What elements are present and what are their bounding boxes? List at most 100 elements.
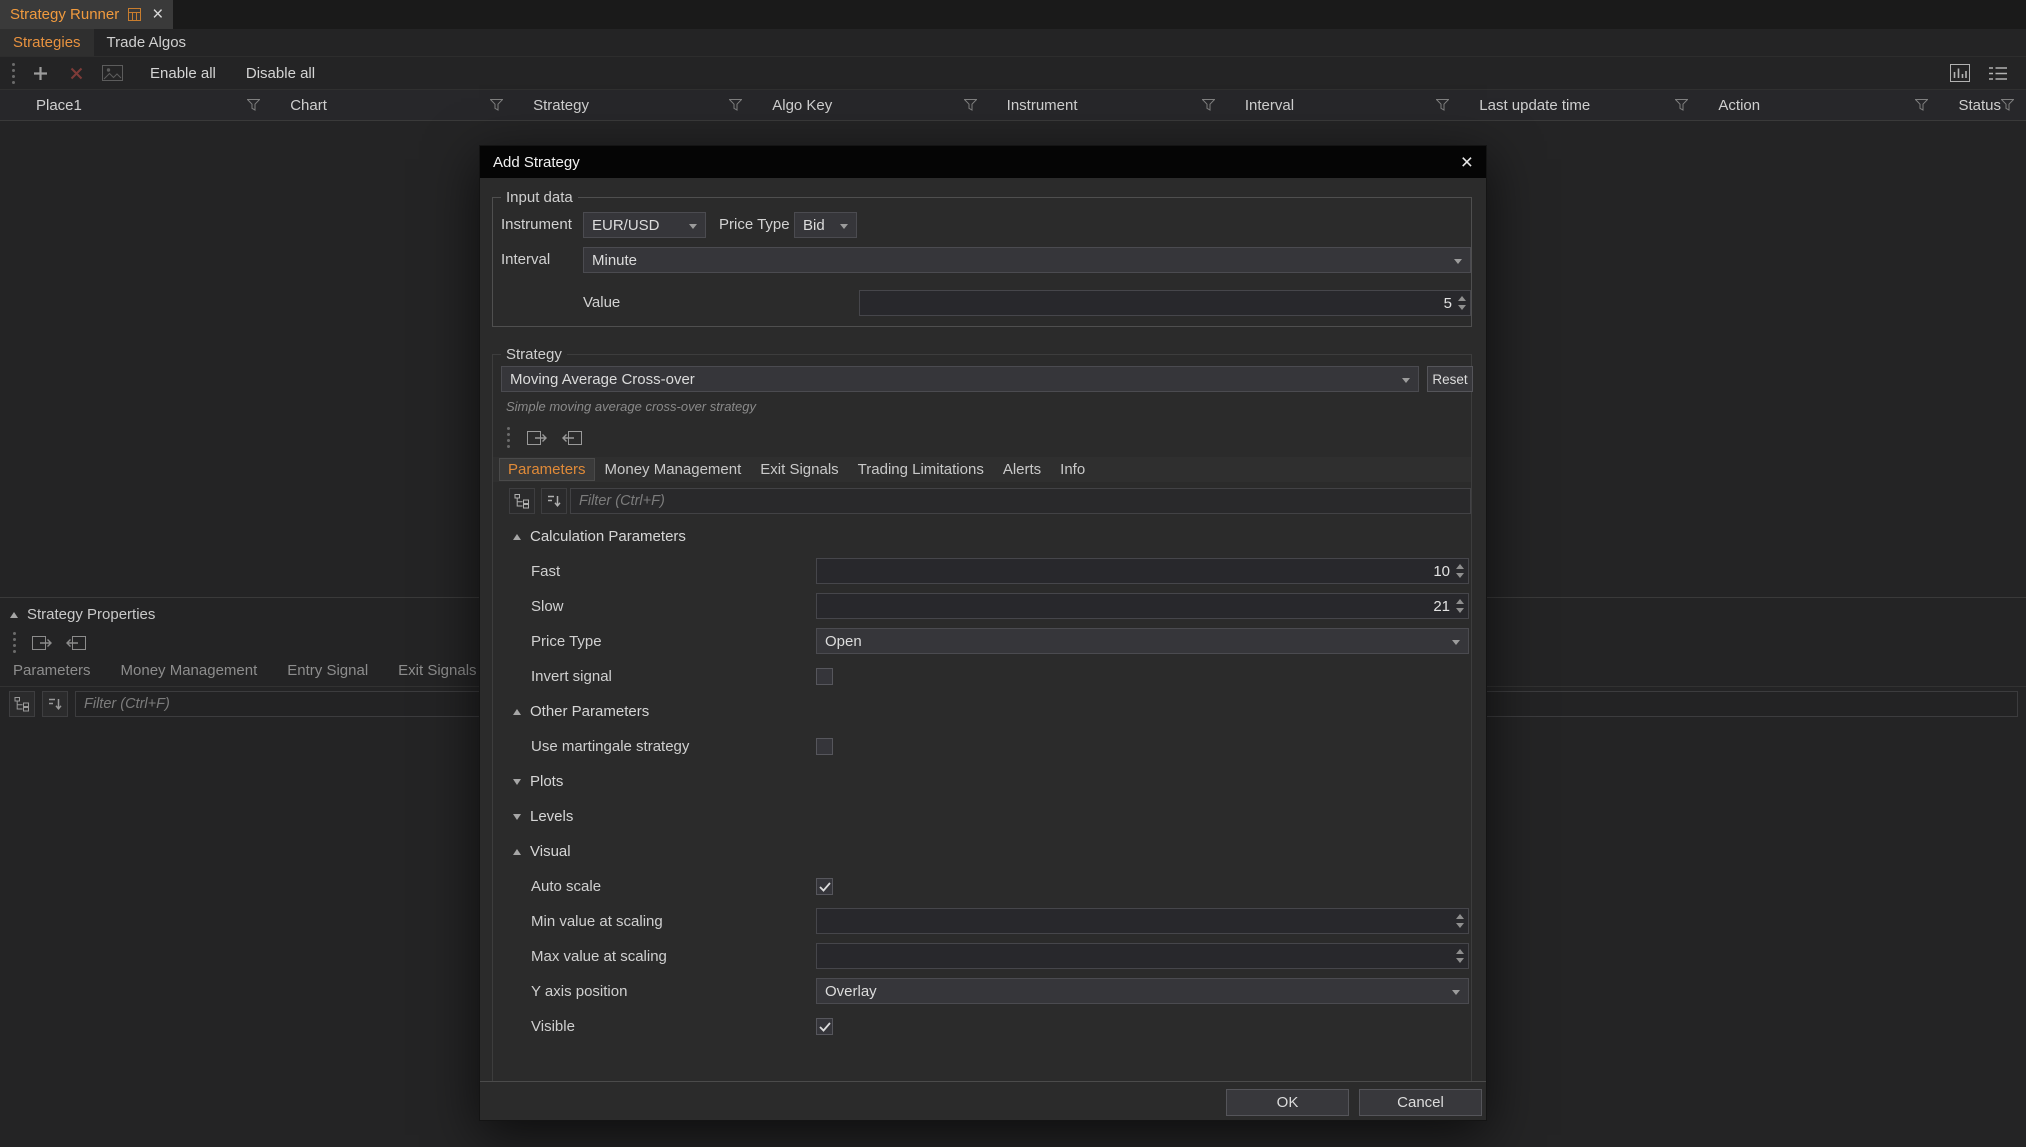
tab-strategies[interactable]: Strategies <box>0 29 94 56</box>
undock-panel-icon[interactable] <box>65 633 87 653</box>
tab-info[interactable]: Info <box>1052 459 1093 480</box>
tab-money-management[interactable]: Money Management <box>597 459 750 480</box>
toolbar-grip-icon[interactable] <box>10 632 19 653</box>
column-label: Place1 <box>36 97 82 114</box>
visible-checkbox[interactable] <box>816 1018 833 1035</box>
cancel-button[interactable]: Cancel <box>1359 1089 1482 1116</box>
invert-signal-checkbox[interactable] <box>816 668 833 685</box>
price-type-param-dropdown[interactable]: Open <box>816 628 1469 654</box>
tab-exit-signals[interactable]: Exit Signals <box>752 459 846 480</box>
dock-panel-icon[interactable] <box>31 633 53 653</box>
window-tab-strategy-runner[interactable]: Strategy Runner × <box>0 0 173 29</box>
props-tab-parameters[interactable]: Parameters <box>13 662 91 679</box>
tab-trade-algos[interactable]: Trade Algos <box>94 29 200 56</box>
filter-funnel-icon[interactable] <box>2001 99 2014 111</box>
column-header-action[interactable]: Action <box>1700 90 1940 120</box>
fast-input[interactable] <box>817 559 1468 583</box>
parameters-filter-input[interactable] <box>570 488 1471 514</box>
section-visual[interactable]: Visual <box>501 834 1469 869</box>
ok-button[interactable]: OK <box>1226 1089 1349 1116</box>
spinner-icons[interactable] <box>1456 949 1464 963</box>
value-input[interactable] <box>860 291 1470 315</box>
filter-funnel-icon[interactable] <box>964 99 977 111</box>
param-label: Y axis position <box>531 983 627 1000</box>
y-axis-position-dropdown[interactable]: Overlay <box>816 978 1469 1004</box>
value-label: Value <box>583 294 620 311</box>
props-tab-entry-signal[interactable]: Entry Signal <box>287 662 368 679</box>
section-plots[interactable]: Plots <box>501 764 1469 799</box>
slow-stepper[interactable] <box>816 593 1469 619</box>
screenshot-button[interactable] <box>98 60 126 86</box>
column-header-instrument[interactable]: Instrument <box>989 90 1227 120</box>
collapse-icon <box>513 534 521 540</box>
filter-funnel-icon[interactable] <box>490 99 503 111</box>
column-header-strategy[interactable]: Strategy <box>515 90 754 120</box>
column-header-chart[interactable]: Chart <box>272 90 515 120</box>
enable-all-button[interactable]: Enable all <box>150 65 216 82</box>
filter-funnel-icon[interactable] <box>1436 99 1449 111</box>
tree-view-button[interactable] <box>509 488 535 514</box>
toolbar-grip-icon[interactable] <box>504 427 513 448</box>
value-stepper[interactable] <box>859 290 1471 316</box>
tree-view-button[interactable] <box>9 691 35 717</box>
group-legend: Input data <box>501 189 578 206</box>
filter-funnel-icon[interactable] <box>1202 99 1215 111</box>
delete-strategy-button[interactable] <box>62 60 90 86</box>
spinner-icons[interactable] <box>1456 914 1464 928</box>
filter-funnel-icon[interactable] <box>1675 99 1688 111</box>
dialog-close-icon[interactable]: × <box>1461 152 1473 173</box>
tab-alerts[interactable]: Alerts <box>995 459 1049 480</box>
param-row-max-scaling: Max value at scaling <box>501 939 1469 974</box>
sort-button[interactable] <box>42 691 68 717</box>
section-levels[interactable]: Levels <box>501 799 1469 834</box>
reset-button[interactable]: Reset <box>1427 366 1473 392</box>
interval-dropdown[interactable]: Minute <box>583 247 1471 273</box>
instrument-dropdown[interactable]: EUR/USD <box>583 212 706 238</box>
spinner-icons[interactable] <box>1456 564 1464 578</box>
spinner-icons[interactable] <box>1458 296 1466 310</box>
min-scaling-stepper[interactable] <box>816 908 1469 934</box>
fast-stepper[interactable] <box>816 558 1469 584</box>
tab-parameters[interactable]: Parameters <box>500 459 594 480</box>
column-header-last-update-time[interactable]: Last update time <box>1461 90 1700 120</box>
dialog-title-bar[interactable]: Add Strategy × <box>480 146 1486 178</box>
column-header-status[interactable]: Status <box>1940 90 2026 120</box>
window-close-icon[interactable]: × <box>152 5 163 24</box>
toolbar-grip-icon[interactable] <box>9 63 18 84</box>
min-scaling-input[interactable] <box>817 909 1468 933</box>
param-label: Slow <box>531 598 564 615</box>
disable-all-button[interactable]: Disable all <box>246 65 315 82</box>
section-calculation-parameters[interactable]: Calculation Parameters <box>501 519 1469 554</box>
tab-trading-limitations[interactable]: Trading Limitations <box>850 459 992 480</box>
add-strategy-button[interactable] <box>26 60 54 86</box>
max-scaling-stepper[interactable] <box>816 943 1469 969</box>
undock-panel-icon[interactable] <box>561 428 583 448</box>
max-scaling-input[interactable] <box>817 944 1468 968</box>
interval-value: Minute <box>592 252 637 269</box>
column-header-algo-key[interactable]: Algo Key <box>754 90 988 120</box>
filter-funnel-icon[interactable] <box>1915 99 1928 111</box>
section-other-parameters[interactable]: Other Parameters <box>501 694 1469 729</box>
dock-panel-icon[interactable] <box>526 428 548 448</box>
martingale-checkbox[interactable] <box>816 738 833 755</box>
filter-funnel-icon[interactable] <box>247 99 260 111</box>
filter-funnel-icon[interactable] <box>729 99 742 111</box>
expand-icon <box>513 779 521 785</box>
auto-scale-checkbox[interactable] <box>816 878 833 895</box>
param-label: Price Type <box>531 633 602 650</box>
strategy-dropdown[interactable]: Moving Average Cross-over <box>501 366 1419 392</box>
sort-button[interactable] <box>541 488 567 514</box>
props-tab-money-management[interactable]: Money Management <box>121 662 258 679</box>
column-chart-icon[interactable] <box>1950 64 1970 82</box>
param-label: Min value at scaling <box>531 913 663 930</box>
column-header-place1[interactable]: Place1 <box>0 90 272 120</box>
props-tab-exit-signals[interactable]: Exit Signals <box>398 662 476 679</box>
value-row: Value <box>493 290 1471 316</box>
list-view-icon[interactable] <box>1988 65 2008 82</box>
slow-input[interactable] <box>817 594 1468 618</box>
column-header-interval[interactable]: Interval <box>1227 90 1461 120</box>
price-type-dropdown[interactable]: Bid <box>794 212 857 238</box>
strategy-properties-header[interactable]: Strategy Properties <box>10 606 155 623</box>
spinner-icons[interactable] <box>1456 599 1464 613</box>
param-row-fast: Fast <box>501 554 1469 589</box>
